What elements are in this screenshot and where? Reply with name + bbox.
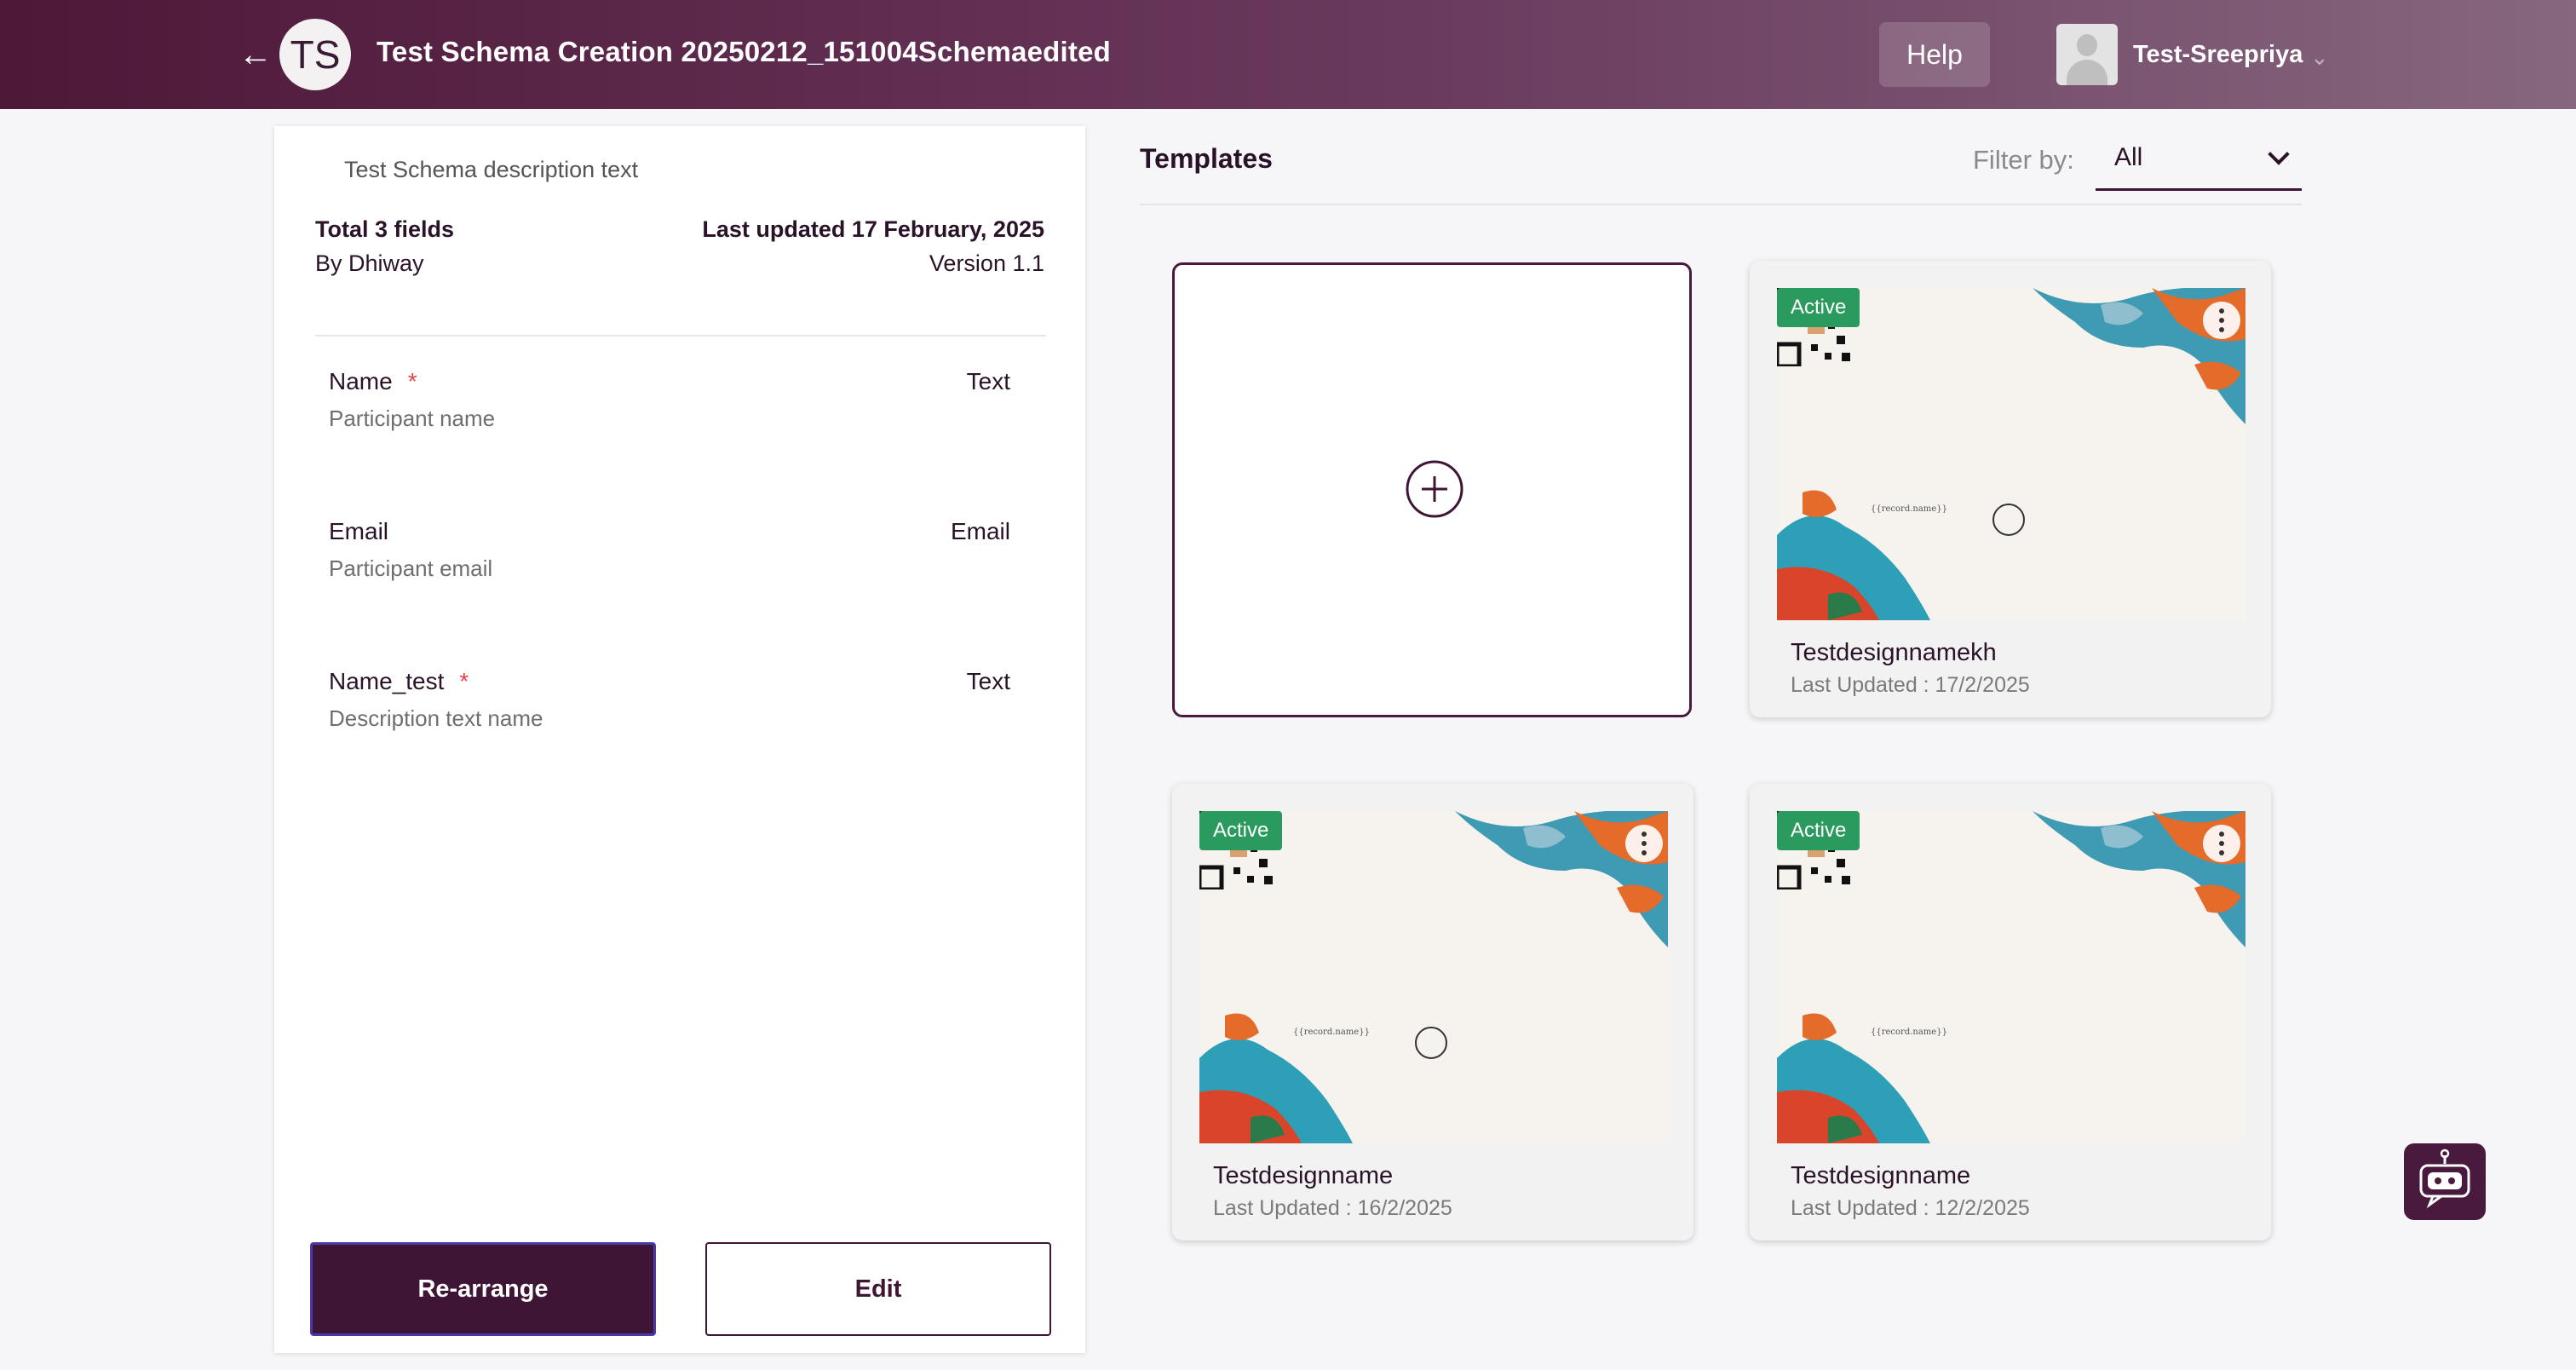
field-name-text: Name_test (329, 668, 445, 694)
field-row: Name_test * Text Description text name (329, 668, 1010, 762)
field-type: Text (966, 368, 1010, 394)
schema-description: Test Schema description text (344, 157, 639, 182)
template-card[interactable]: {{record.name}} Active Testdesignname La… (1750, 784, 2271, 1240)
chevron-down-icon[interactable]: ⌄ (2310, 44, 2329, 71)
template-name: Testdesignnamekh (1791, 639, 1997, 666)
last-updated: Last updated 17 February, 2025 (702, 216, 1044, 242)
field-row: Email Email Participant email (329, 518, 1010, 612)
schema-author: By Dhiway (315, 250, 424, 276)
filter-select[interactable]: All (2096, 133, 2302, 191)
template-thumbnail: {{record.name}} Active (1777, 288, 2245, 620)
user-name[interactable]: Test-Sreepriya (2133, 41, 2303, 69)
template-thumbnail: {{record.name}} Active (1777, 811, 2245, 1143)
record-placeholder-text: {{record.name}} (1293, 1028, 1370, 1037)
record-placeholder-text: {{record.name}} (1871, 1028, 1947, 1037)
plus-circle-icon (1406, 460, 1463, 518)
record-placeholder-text: {{record.name}} (1871, 504, 1947, 514)
rearrange-button[interactable]: Re-arrange (310, 1242, 656, 1336)
field-description: Description text name (329, 705, 543, 731)
chatbot-button[interactable] (2404, 1143, 2486, 1220)
robot-icon (2419, 1148, 2470, 1209)
field-type: Email (950, 518, 1010, 544)
page-title: Test Schema Creation 20250212_151004Sche… (377, 36, 1111, 67)
status-badge: Active (1199, 811, 1283, 850)
edit-button[interactable]: Edit (705, 1242, 1051, 1336)
template-updated: Last Updated : 12/2/2025 (1791, 1196, 2030, 1220)
template-name: Testdesignname (1791, 1162, 1971, 1189)
top-header: ← TS Test Schema Creation 20250212_15100… (0, 0, 2576, 109)
template-name: Testdesignname (1213, 1162, 1394, 1189)
total-fields: Total 3 fields (315, 216, 455, 242)
template-card[interactable]: {{record.name}} Active Testdesignnamekh … (1750, 261, 2271, 717)
required-marker: * (407, 368, 417, 394)
schema-version: Version 1.1 (929, 250, 1044, 276)
divider (315, 335, 1046, 337)
status-badge: Active (1777, 811, 1860, 850)
status-badge: Active (1777, 288, 1860, 327)
field-name: Name_test * (329, 668, 469, 695)
required-marker: * (459, 668, 469, 694)
add-template-card[interactable] (1172, 262, 1692, 717)
template-card[interactable]: {{record.name}} Active Testdesignname La… (1172, 784, 1693, 1240)
user-avatar[interactable] (2056, 24, 2118, 85)
schema-avatar: TS (279, 19, 351, 90)
templates-heading: Templates (1140, 143, 1273, 174)
user-head-shape (2077, 34, 2097, 56)
template-updated: Last Updated : 17/2/2025 (1791, 673, 2030, 697)
more-options-icon[interactable] (2203, 825, 2240, 862)
field-type: Text (966, 668, 1010, 694)
field-name: Name * (329, 368, 417, 395)
field-name-text: Email (329, 518, 389, 544)
filter-label: Filter by: (1973, 145, 2074, 175)
more-options-icon[interactable] (1625, 825, 1663, 862)
user-body-shape (2067, 60, 2107, 85)
template-thumbnail: {{record.name}} Active (1199, 811, 1668, 1143)
back-arrow-icon[interactable]: ← (235, 34, 276, 75)
divider (1140, 204, 2302, 205)
field-description: Participant email (329, 555, 493, 581)
more-options-icon[interactable] (2203, 302, 2240, 339)
template-updated: Last Updated : 16/2/2025 (1213, 1196, 1452, 1220)
filter-value: All (2114, 143, 2143, 171)
field-name: Email (329, 518, 404, 545)
field-name-text: Name (329, 368, 393, 394)
field-row: Name * Text Participant name (329, 368, 1010, 462)
help-button[interactable]: Help (1879, 22, 1990, 87)
chevron-down-icon (2268, 143, 2290, 165)
field-description: Participant name (329, 406, 496, 431)
schema-details-panel: Test Schema description text Total 3 fie… (274, 126, 1085, 1353)
